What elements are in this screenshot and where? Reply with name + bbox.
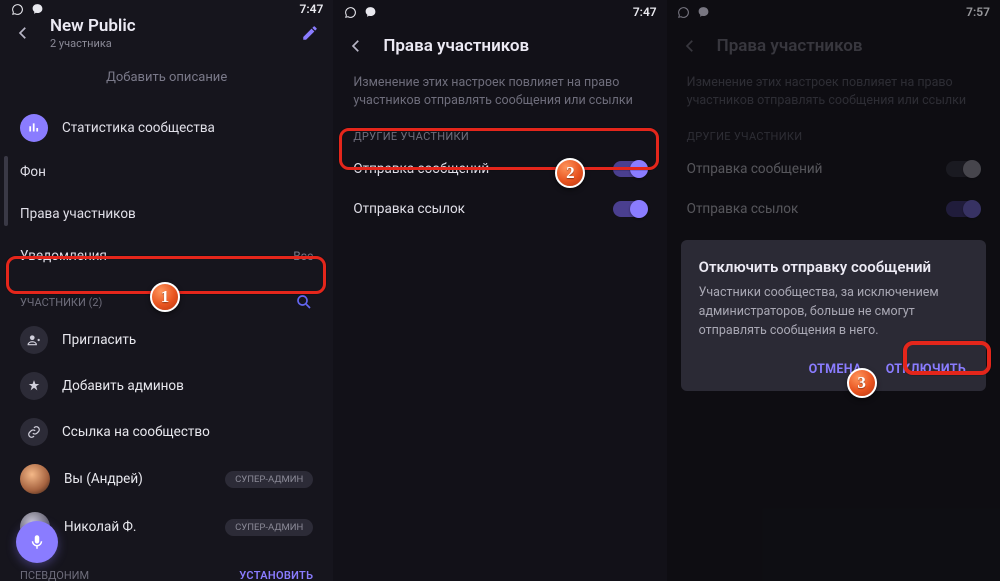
link-icon	[20, 418, 48, 446]
notifications-value: Все	[293, 249, 313, 263]
setting-label: Отправка сообщений	[353, 161, 489, 177]
menu-label: Уведомления	[20, 248, 279, 264]
set-pseudonym-button[interactable]: УСТАНОВИТЬ	[239, 569, 313, 581]
dialog-body: Участники сообщества, за исключением адм…	[699, 284, 968, 340]
viber-icon	[30, 2, 44, 16]
cancel-button[interactable]: ОТМЕНА	[807, 358, 864, 381]
status-bar: 7:47	[0, 0, 333, 16]
menu-add-admins[interactable]: Добавить админов	[0, 363, 333, 409]
menu-background[interactable]: Фон	[0, 153, 333, 191]
star-icon	[20, 372, 48, 400]
subtitle: 2 участника	[50, 37, 283, 50]
section-label: ПСЕВДОНИМ	[20, 569, 89, 581]
menu-label: Статистика сообщества	[62, 120, 313, 136]
status-time: 7:47	[299, 2, 323, 16]
setting-label: Отправка ссылок	[353, 201, 465, 217]
menu-label: Пригласить	[62, 332, 313, 348]
viber-icon	[363, 5, 377, 19]
menu-community-link[interactable]: Ссылка на сообщество	[0, 409, 333, 455]
page-title: Права участников	[383, 36, 529, 56]
stats-icon	[20, 114, 48, 142]
member-name: Вы (Андрей)	[64, 471, 211, 487]
back-icon[interactable]	[347, 37, 365, 55]
menu-label: Добавить админов	[62, 378, 313, 394]
confirm-dialog: Отключить отправку сообщений Участники с…	[681, 240, 986, 391]
page-title: New Public	[50, 16, 283, 36]
menu-notifications[interactable]: Уведомления Все	[0, 237, 333, 275]
description: Изменение этих настроек повлияет на прав…	[333, 70, 666, 122]
screen-member-rights: 7:47 Права участников Изменение этих нас…	[333, 0, 666, 581]
toggle-send-messages[interactable]	[613, 161, 647, 177]
menu-member-rights[interactable]: Права участников	[0, 195, 333, 233]
section-label: УЧАСТНИКИ (2)	[20, 296, 102, 309]
menu-invite[interactable]: Пригласить	[0, 317, 333, 363]
header: Права участников	[333, 22, 666, 70]
pseudonym-row[interactable]: ПСЕВДОНИМ УСТАНОВИТЬ	[0, 559, 333, 581]
status-bar: 7:47	[333, 0, 666, 22]
back-icon[interactable]	[14, 24, 32, 42]
edit-icon[interactable]	[301, 24, 319, 42]
screen-community-info: 7:47 New Public 2 участника Добавить опи…	[0, 0, 333, 581]
screen-confirm-dialog: 7:57 Права участников Изменение этих нас…	[667, 0, 1000, 581]
dialog-title: Отключить отправку сообщений	[699, 258, 968, 276]
member-name: Николай Ф.	[64, 519, 211, 535]
role-badge: СУПЕР-АДМИН	[225, 471, 313, 488]
menu-label: Фон	[20, 164, 313, 180]
whatsapp-icon	[343, 5, 357, 19]
member-row[interactable]: Вы (Андрей) СУПЕР-АДМИН	[0, 455, 333, 503]
whatsapp-icon	[10, 2, 24, 16]
confirm-button[interactable]: ОТКЛЮЧИТЬ	[884, 358, 968, 381]
role-badge: СУПЕР-АДМИН	[225, 519, 313, 536]
search-icon[interactable]	[295, 293, 313, 311]
menu-label: Права участников	[20, 206, 313, 222]
mic-fab[interactable]	[16, 521, 58, 563]
invite-icon	[20, 326, 48, 354]
add-description[interactable]: Добавить описание	[0, 70, 333, 85]
menu-label: Ссылка на сообщество	[62, 424, 313, 440]
status-time: 7:47	[633, 5, 657, 19]
setting-send-links[interactable]: Отправка ссылок	[333, 189, 666, 229]
toggle-send-links[interactable]	[613, 201, 647, 217]
setting-send-messages[interactable]: Отправка сообщений	[333, 149, 666, 189]
menu-stats[interactable]: Статистика сообщества	[0, 103, 333, 153]
header: New Public 2 участника	[0, 16, 333, 50]
members-header: УЧАСТНИКИ (2)	[0, 283, 333, 317]
section-label: ДРУГИЕ УЧАСТНИКИ	[333, 122, 666, 149]
avatar	[20, 464, 50, 494]
